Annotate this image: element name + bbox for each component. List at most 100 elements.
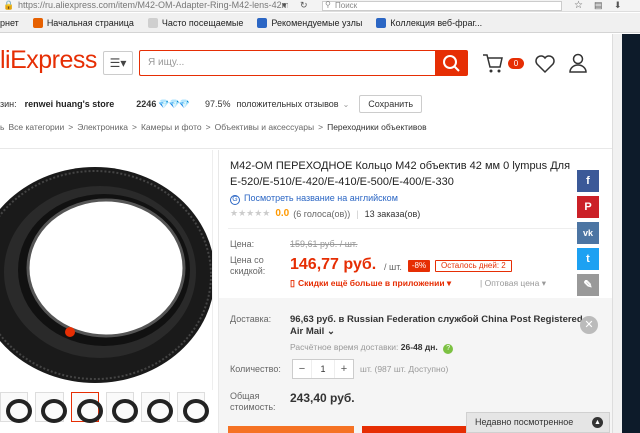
bookmark-item[interactable]: рнет (0, 18, 19, 28)
site-search-input[interactable]: Я ищу... (139, 50, 435, 76)
orders-count: 13 заказа(ов) (364, 208, 421, 219)
app-discount-link[interactable]: ▯ Скидки ещё больше в приложении ▾ (290, 278, 451, 289)
chevron-up-icon: ▲ (592, 417, 603, 428)
breadcrumb-separator: > (132, 122, 137, 132)
breadcrumb-item[interactable]: Все категории (8, 122, 64, 132)
store-name-link[interactable]: renwei huang's store (25, 99, 115, 109)
breadcrumb-item[interactable]: Объективы и аксессуары (215, 122, 315, 132)
chevron-down-icon[interactable]: ⌄ (343, 100, 350, 109)
wholesale-label: Оптовая цена (484, 278, 540, 288)
bookmark-label: Коллекция веб-фраг... (390, 17, 483, 28)
delivery-time-value: 26-48 дн. (400, 342, 438, 352)
page-icon (376, 17, 387, 28)
wishlist-heart-icon[interactable] (534, 53, 556, 75)
english-title-link[interactable]: G Посмотреть название на английском (230, 193, 398, 205)
bookmark-label: Рекомендуемые узлы (271, 17, 363, 28)
store-label: зин: (0, 99, 17, 109)
cart-count-badge: 0 (508, 58, 524, 69)
bookmarks-bar: рнет Начальная страница Часто посещаемые… (0, 13, 640, 33)
recently-viewed-tab[interactable]: Недавно посмотренное ▲ (466, 412, 610, 433)
rating-row: ★★★★★ 0.0 (6 голоса(ов)) | 13 заказа(ов) (230, 208, 420, 219)
vk-icon[interactable]: vk (577, 222, 599, 244)
store-rank: 2246 (136, 99, 157, 109)
quantity-stepper[interactable]: − 1 + (292, 359, 354, 379)
browser-urlbar: 🔒 https://ru.aliexpress.com/item/M42-OM-… (0, 0, 640, 12)
twitter-icon[interactable]: t (577, 248, 599, 270)
social-share-bar: f P vk t ✎ (577, 170, 599, 300)
breadcrumb-item-current[interactable]: Переходники объективов (327, 122, 427, 132)
pinterest-icon[interactable]: P (577, 196, 599, 218)
per-unit: / шт. (384, 262, 402, 272)
page-icon (147, 17, 158, 28)
bookmark-item[interactable]: Рекомендуемые узлы (257, 17, 363, 28)
breadcrumb-separator: > (318, 122, 324, 132)
account-user-icon[interactable] (567, 52, 589, 74)
delivery-time: Расчётное время доставки: 26-48 дн. ? (290, 342, 454, 354)
globe-icon: G (230, 195, 240, 205)
buy-now-button[interactable] (228, 426, 354, 433)
shipping-label: Доставка: (230, 314, 272, 324)
search-button[interactable] (435, 50, 468, 76)
bookmark-star-icon[interactable]: ☆ (574, 0, 583, 11)
days-left-badge: Осталось дней: 2 (435, 260, 512, 272)
thumbnail[interactable] (176, 392, 210, 423)
bookmark-item[interactable]: Начальная страница (32, 17, 134, 28)
breadcrumb-prefix: ь (0, 122, 5, 132)
quantity-input[interactable]: 1 (311, 360, 335, 378)
bookmark-item[interactable]: Коллекция веб-фраг... (376, 17, 483, 28)
edit-pencil-icon[interactable]: ✎ (577, 274, 599, 296)
english-title-label: Посмотреть название на английском (244, 193, 398, 203)
reload-icon[interactable]: ↻ (300, 0, 308, 11)
decrement-button[interactable]: − (293, 363, 311, 375)
breadcrumb-item[interactable]: Электроника (77, 122, 128, 132)
thumbnail[interactable] (141, 392, 174, 423)
desktop-background (622, 34, 640, 433)
positive-feedback-label[interactable]: положительных отзывов (236, 99, 338, 109)
thumbnail[interactable] (70, 392, 104, 423)
url-field[interactable]: https://ru.aliexpress.com/item/M42-OM-Ad… (18, 0, 288, 10)
bookmark-label: Начальная страница (46, 17, 134, 28)
recently-viewed-label: Недавно посмотренное (475, 417, 574, 427)
quantity-label: Количество: (230, 364, 281, 374)
wholesale-price-link[interactable]: | Оптовая цена ▾ (480, 278, 546, 289)
category-menu-button[interactable]: ☰▾ (103, 51, 133, 75)
aliexpress-logo[interactable]: liExpress (0, 46, 97, 75)
product-title: M42-OM ПЕРЕХОДНОЕ Кольцо M42 объектив 42… (230, 160, 571, 188)
clipboard-icon[interactable]: ▤ (594, 0, 603, 11)
app-discount-label: Скидки ещё больше в приложении (297, 278, 445, 288)
product-main-image[interactable] (0, 150, 213, 390)
thumbnail[interactable] (105, 392, 139, 423)
url-dropdown-icon[interactable]: ▾ (282, 0, 287, 11)
diamond-rating-icon: 💎💎💎 (158, 98, 190, 109)
browser-search-input[interactable]: ⚲ Поиск (322, 1, 562, 11)
votes-link[interactable]: (6 голоса(ов)) (293, 209, 350, 219)
bookmark-label: рнет (0, 17, 19, 28)
total-label: Общая стоимость: (230, 391, 276, 412)
cart-icon[interactable] (482, 52, 504, 74)
breadcrumb-separator: > (68, 122, 74, 132)
lock-icon: 🔒 (3, 0, 15, 10)
breadcrumb-item[interactable]: Камеры и фото (141, 122, 202, 132)
phone-icon: ▯ (290, 278, 295, 288)
store-info-bar: зин: renwei huang's store 2246 💎💎💎 97.5%… (0, 92, 612, 116)
close-icon[interactable]: ✕ (580, 316, 598, 334)
discount-price: 146,77 руб. (290, 256, 377, 273)
increment-button[interactable]: + (335, 363, 353, 375)
rating-score: 0.0 (275, 208, 290, 219)
search-icon (443, 55, 460, 72)
browser-search-placeholder: Поиск (335, 1, 358, 10)
download-icon[interactable]: ⬇ (614, 0, 622, 11)
save-store-button[interactable]: Сохранить (359, 95, 423, 113)
help-icon[interactable]: ? (443, 344, 454, 354)
bookmark-item[interactable]: Часто посещаемые (147, 17, 243, 28)
facebook-icon[interactable]: f (577, 170, 599, 192)
total-price: 243,40 руб. (290, 391, 355, 405)
old-price: 159,61 руб. / шт. (290, 239, 358, 249)
thumbnail[interactable] (35, 392, 68, 423)
thumbnail[interactable] (0, 392, 33, 423)
shipping-method[interactable]: 96,63 руб. в Russian Federation службой … (290, 314, 585, 338)
page-scrollbar[interactable] (612, 34, 622, 433)
firefox-icon (32, 17, 43, 28)
add-to-cart-button[interactable] (362, 426, 472, 433)
thumbnail-strip (0, 392, 212, 428)
